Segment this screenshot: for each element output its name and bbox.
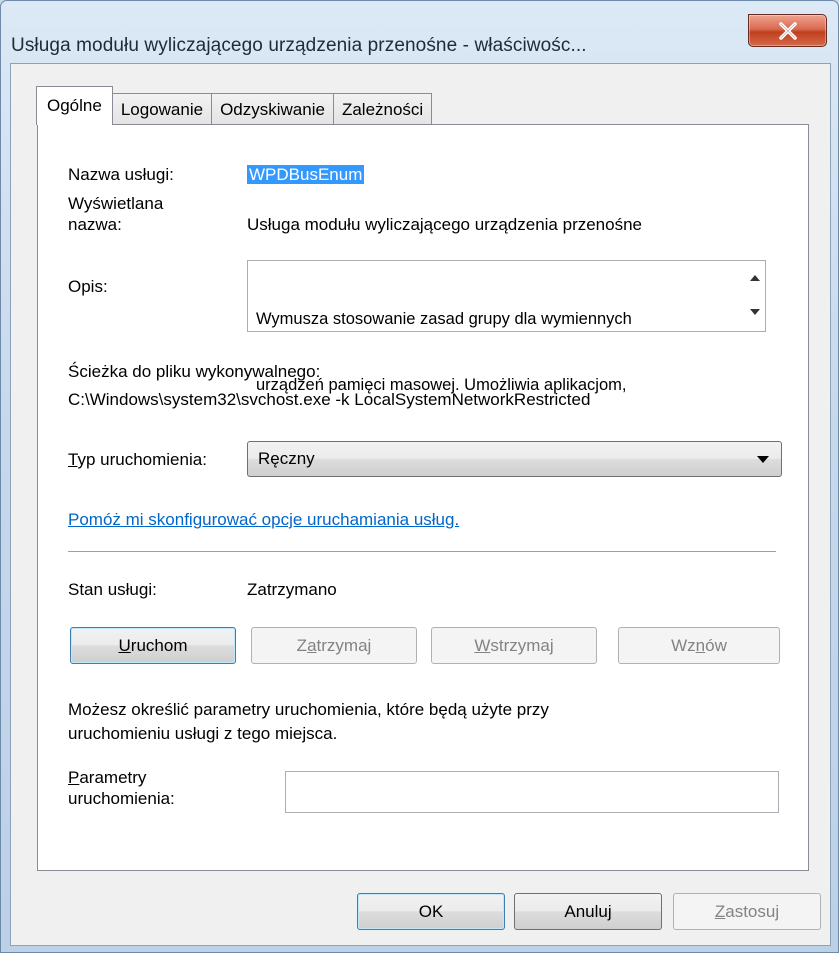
display-name-value: Usługa modułu wyliczającego urządzenia p… (247, 215, 643, 234)
startup-type-label: Typ uruchomienia: (68, 450, 207, 470)
startup-type-selected: Ręczny (258, 449, 315, 468)
tab-label: Odzyskiwanie (220, 99, 325, 119)
start-params-note-line2: uruchomieniu usługi z tego miejsca. (68, 724, 338, 743)
display-name-label-line1: Wyświetlana (68, 194, 164, 213)
mnemonic-char: P (68, 768, 80, 787)
start-service-button[interactable]: Uruchom (70, 627, 236, 664)
button-label: astosuj (725, 901, 780, 921)
button-label: strzymaj (490, 635, 554, 655)
button-label: ruchom (130, 635, 188, 655)
button-label: Wz (671, 635, 696, 655)
description-scrollbar[interactable] (744, 261, 765, 331)
display-name-label-line2: nazwa: (68, 215, 122, 234)
service-name-text: WPDBusEnum (247, 165, 365, 184)
cancel-button[interactable]: Anuluj (514, 893, 662, 930)
mnemonic-char: U (118, 635, 131, 655)
description-label: Opis: (68, 277, 108, 296)
dropdown-arrow-icon (757, 456, 769, 463)
title-bar[interactable]: Usługa modułu wyliczającego urządzenia p… (1, 1, 838, 63)
start-params-label-line2: uruchomienia: (68, 789, 175, 808)
resume-service-button[interactable]: Wz n ów (618, 627, 780, 664)
mnemonic-char: a (307, 635, 317, 655)
apply-button[interactable]: Zastosuj (673, 893, 821, 930)
mnemonic-char: n (695, 635, 706, 655)
tab-label: Zależności (341, 99, 424, 119)
tab-recovery[interactable]: Odzyskiwanie (211, 93, 334, 125)
description-text: Wymusza stosowanie zasad grupy dla wymie… (256, 264, 736, 440)
button-label: trzymaj (316, 635, 372, 655)
tab-label: Ogólne (47, 96, 102, 115)
properties-window: Usługa modułu wyliczającego urządzenia p… (0, 0, 839, 953)
service-status-value: Zatrzymano (247, 580, 337, 599)
general-tab-panel: Nazwa usługi: WPDBusEnum Wyświetlana naz… (37, 124, 809, 871)
tab-strip: Ogólne Logowanie Odzyskiwanie Zależności (36, 86, 433, 125)
service-name-label: Nazwa usługi: (68, 165, 174, 184)
description-line: Wymusza stosowanie zasad grupy dla wymie… (256, 310, 632, 328)
startup-help-link[interactable]: Pomóż mi skonfigurować opcje uruchamiani… (68, 510, 459, 530)
button-label: ów (705, 635, 727, 655)
exe-path-value: C:\Windows\system32\svchost.exe -k Local… (68, 390, 591, 409)
scroll-down-arrow-icon[interactable] (750, 309, 760, 315)
tab-general[interactable]: Ogólne (36, 86, 113, 125)
start-params-label-line1: Parametry (68, 768, 146, 788)
tab-label: Logowanie (120, 99, 204, 119)
service-name-value[interactable]: WPDBusEnum (247, 165, 365, 185)
scroll-up-arrow-icon[interactable] (750, 275, 760, 281)
mnemonic-char: Z (714, 901, 726, 921)
tab-dependencies[interactable]: Zależności (332, 93, 433, 125)
button-label: Z (296, 635, 308, 655)
close-button[interactable] (748, 14, 827, 47)
description-textbox[interactable]: Wymusza stosowanie zasad grupy dla wymie… (247, 260, 766, 394)
stop-service-button[interactable]: Za trzymaj (251, 627, 417, 664)
service-status-label: Stan usługi: (68, 580, 157, 599)
pause-service-button[interactable]: Wstrzymaj (431, 627, 597, 664)
close-icon (778, 21, 797, 40)
ok-button[interactable]: OK (357, 893, 505, 930)
exe-path-label: Ścieżka do pliku wykonywalnego: (68, 362, 321, 381)
startup-type-dropdown[interactable]: Ręczny (247, 441, 782, 477)
window-title: Usługa modułu wyliczającego urządzenia p… (11, 35, 587, 56)
mnemonic-char: W (474, 635, 491, 655)
label-rest: yp uruchomienia: (77, 450, 207, 469)
separator (68, 551, 776, 553)
start-params-input[interactable] (285, 771, 779, 813)
dialog-client-area: Ogólne Logowanie Odzyskiwanie Zależności… (10, 63, 831, 946)
start-params-note-line1: Możesz określić parametry uruchomienia, … (68, 700, 549, 719)
label-rest: arametry (79, 768, 147, 787)
tab-logon[interactable]: Logowanie (111, 93, 213, 125)
